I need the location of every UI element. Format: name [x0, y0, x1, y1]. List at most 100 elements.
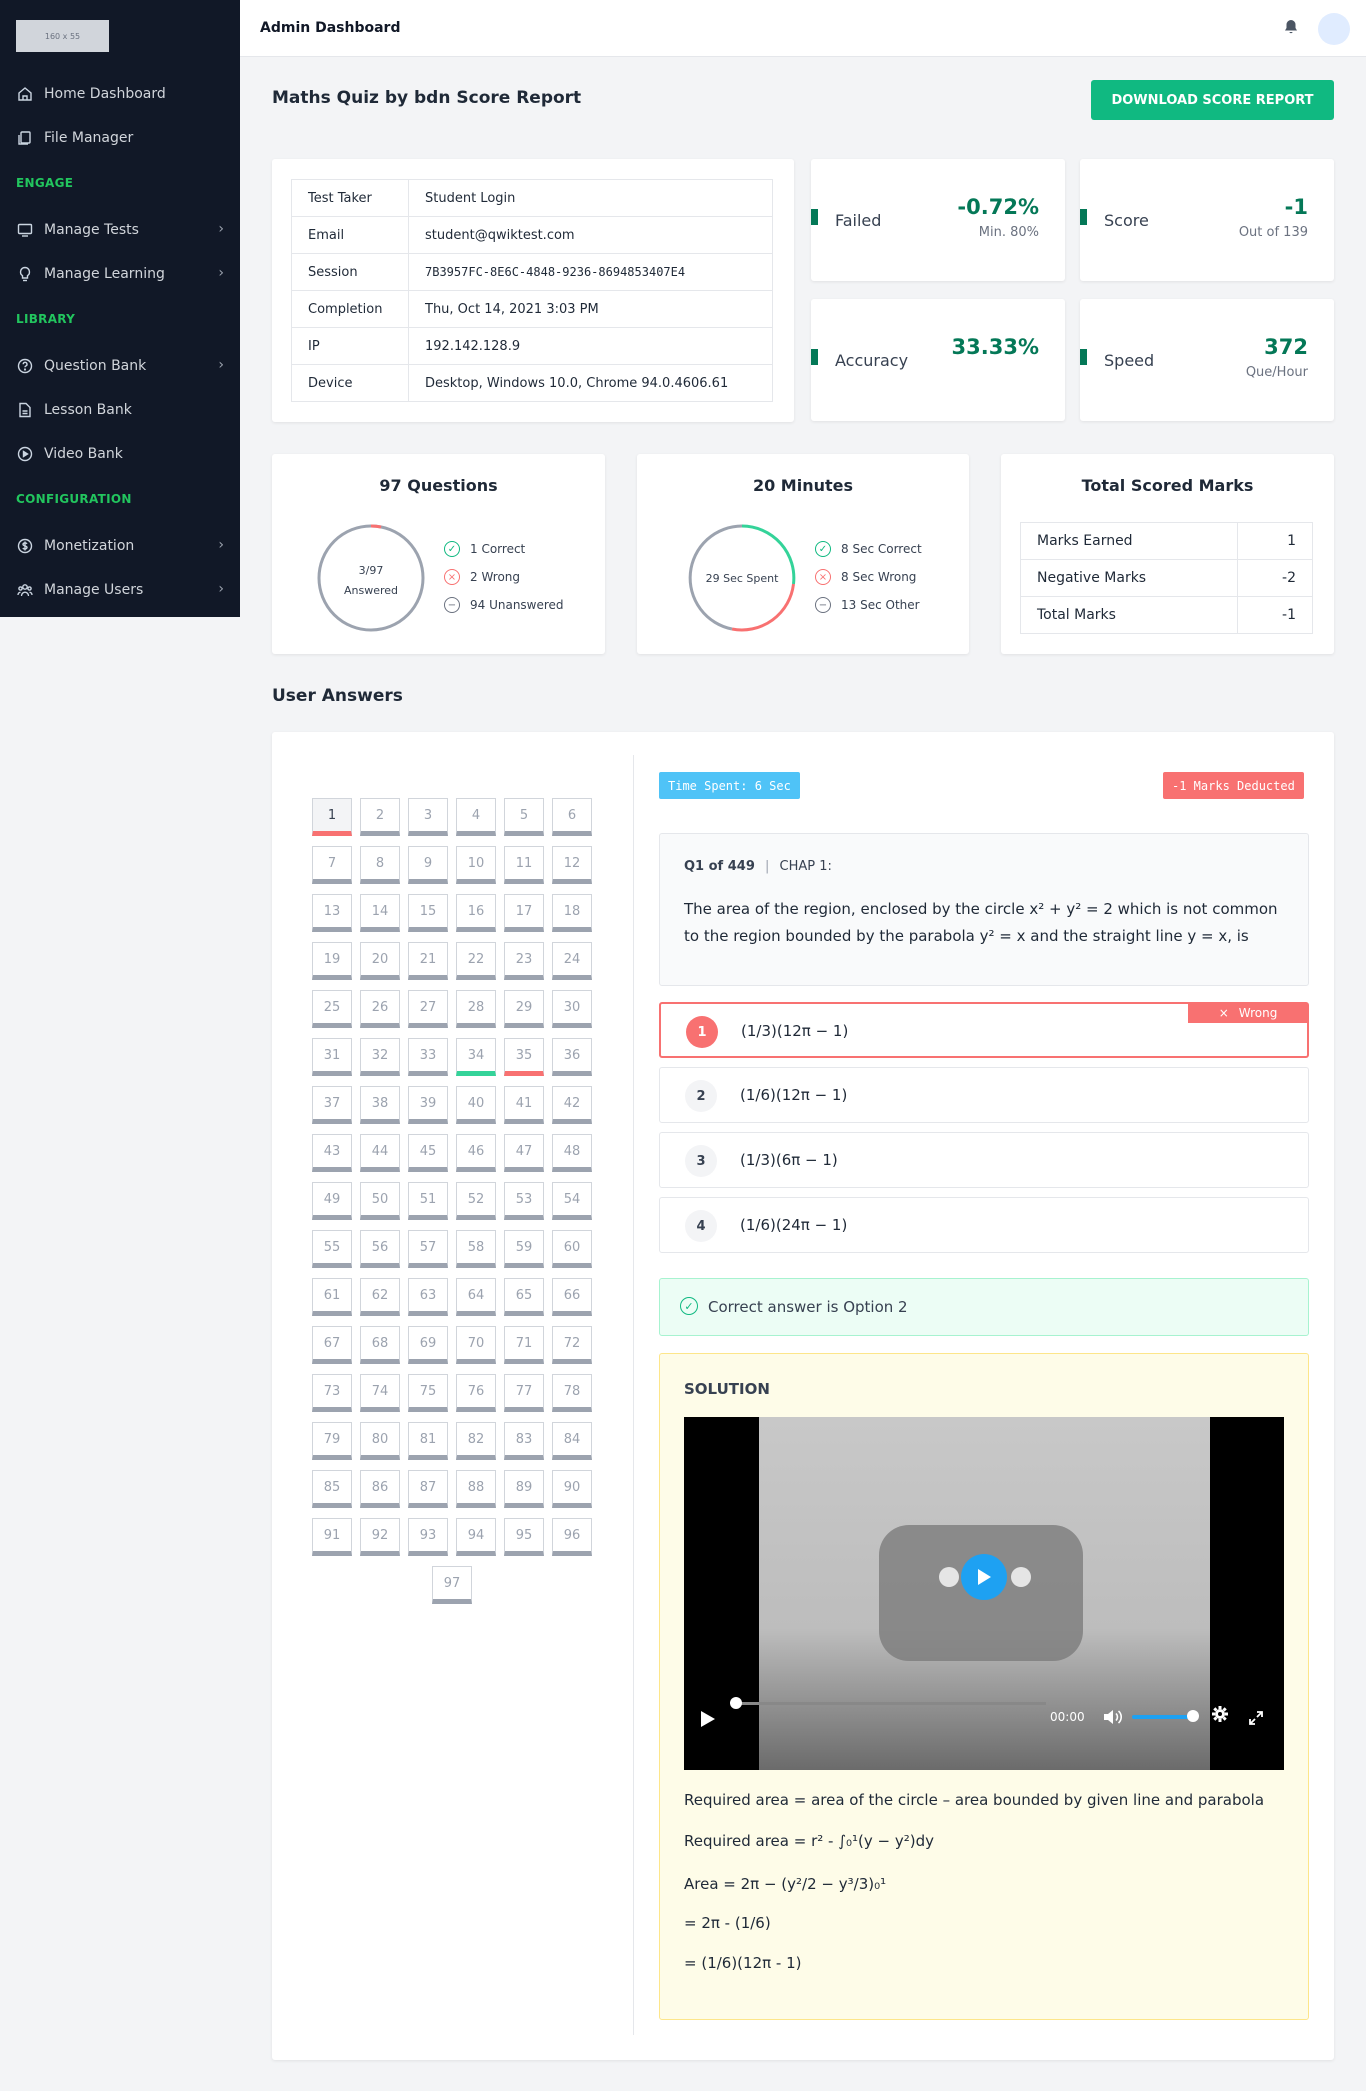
- bell-icon[interactable]: [1282, 18, 1300, 36]
- question-button-41[interactable]: 41: [504, 1086, 544, 1124]
- sidebar-item-video-bank[interactable]: Video Bank: [16, 443, 224, 465]
- question-button-4[interactable]: 4: [456, 798, 496, 836]
- question-button-40[interactable]: 40: [456, 1086, 496, 1124]
- fullscreen-icon[interactable]: [1248, 1710, 1264, 1730]
- question-button-35[interactable]: 35: [504, 1038, 544, 1076]
- question-button-56[interactable]: 56: [360, 1230, 400, 1268]
- question-button-43[interactable]: 43: [312, 1134, 352, 1172]
- question-button-42[interactable]: 42: [552, 1086, 592, 1124]
- progress-track[interactable]: [736, 1702, 1046, 1705]
- question-button-81[interactable]: 81: [408, 1422, 448, 1460]
- download-score-report-button[interactable]: DOWNLOAD SCORE REPORT: [1091, 80, 1334, 120]
- option-4[interactable]: 4 (1/6)(24π − 1): [659, 1197, 1309, 1253]
- volume-slider[interactable]: [1132, 1715, 1194, 1719]
- question-button-75[interactable]: 75: [408, 1374, 448, 1412]
- sidebar-item-manage-users[interactable]: Manage Users ›: [16, 579, 224, 601]
- question-button-33[interactable]: 33: [408, 1038, 448, 1076]
- question-button-32[interactable]: 32: [360, 1038, 400, 1076]
- question-button-25[interactable]: 25: [312, 990, 352, 1028]
- question-button-29[interactable]: 29: [504, 990, 544, 1028]
- question-button-84[interactable]: 84: [552, 1422, 592, 1460]
- big-play-button[interactable]: [961, 1554, 1007, 1600]
- question-button-74[interactable]: 74: [360, 1374, 400, 1412]
- question-button-91[interactable]: 91: [312, 1518, 352, 1556]
- question-button-31[interactable]: 31: [312, 1038, 352, 1076]
- sidebar-item-lesson-bank[interactable]: Lesson Bank: [16, 399, 224, 421]
- question-button-88[interactable]: 88: [456, 1470, 496, 1508]
- volume-handle[interactable]: [1187, 1710, 1199, 1722]
- question-button-54[interactable]: 54: [552, 1182, 592, 1220]
- question-button-34[interactable]: 34: [456, 1038, 496, 1076]
- question-button-96[interactable]: 96: [552, 1518, 592, 1556]
- question-button-13[interactable]: 13: [312, 894, 352, 932]
- question-button-22[interactable]: 22: [456, 942, 496, 980]
- question-button-45[interactable]: 45: [408, 1134, 448, 1172]
- question-button-52[interactable]: 52: [456, 1182, 496, 1220]
- question-button-8[interactable]: 8: [360, 846, 400, 884]
- question-button-67[interactable]: 67: [312, 1326, 352, 1364]
- question-button-79[interactable]: 79: [312, 1422, 352, 1460]
- question-button-46[interactable]: 46: [456, 1134, 496, 1172]
- question-button-92[interactable]: 92: [360, 1518, 400, 1556]
- question-button-90[interactable]: 90: [552, 1470, 592, 1508]
- avatar[interactable]: [1318, 13, 1350, 45]
- question-button-85[interactable]: 85: [312, 1470, 352, 1508]
- question-button-23[interactable]: 23: [504, 942, 544, 980]
- sidebar-item-file-manager[interactable]: File Manager: [16, 127, 224, 149]
- question-button-28[interactable]: 28: [456, 990, 496, 1028]
- question-button-37[interactable]: 37: [312, 1086, 352, 1124]
- question-button-66[interactable]: 66: [552, 1278, 592, 1316]
- question-button-82[interactable]: 82: [456, 1422, 496, 1460]
- question-button-39[interactable]: 39: [408, 1086, 448, 1124]
- sidebar-item-home-dashboard[interactable]: Home Dashboard: [16, 83, 224, 105]
- question-button-89[interactable]: 89: [504, 1470, 544, 1508]
- play-icon[interactable]: [700, 1710, 716, 1732]
- progress-handle[interactable]: [730, 1697, 742, 1709]
- question-button-16[interactable]: 16: [456, 894, 496, 932]
- question-button-3[interactable]: 3: [408, 798, 448, 836]
- question-button-11[interactable]: 11: [504, 846, 544, 884]
- question-button-7[interactable]: 7: [312, 846, 352, 884]
- sidebar-item-manage-learning[interactable]: Manage Learning ›: [16, 263, 224, 285]
- question-button-87[interactable]: 87: [408, 1470, 448, 1508]
- question-button-9[interactable]: 9: [408, 846, 448, 884]
- question-button-83[interactable]: 83: [504, 1422, 544, 1460]
- question-button-59[interactable]: 59: [504, 1230, 544, 1268]
- question-button-70[interactable]: 70: [456, 1326, 496, 1364]
- question-button-44[interactable]: 44: [360, 1134, 400, 1172]
- question-button-80[interactable]: 80: [360, 1422, 400, 1460]
- question-button-69[interactable]: 69: [408, 1326, 448, 1364]
- question-button-24[interactable]: 24: [552, 942, 592, 980]
- question-button-86[interactable]: 86: [360, 1470, 400, 1508]
- question-button-76[interactable]: 76: [456, 1374, 496, 1412]
- question-button-50[interactable]: 50: [360, 1182, 400, 1220]
- question-button-10[interactable]: 10: [456, 846, 496, 884]
- sidebar-item-manage-tests[interactable]: Manage Tests ›: [16, 219, 224, 241]
- question-button-78[interactable]: 78: [552, 1374, 592, 1412]
- settings-icon[interactable]: [1211, 1705, 1229, 1727]
- question-button-62[interactable]: 62: [360, 1278, 400, 1316]
- question-button-57[interactable]: 57: [408, 1230, 448, 1268]
- option-1[interactable]: 1 (1/3)(12π − 1) × Wrong: [659, 1002, 1309, 1058]
- question-button-30[interactable]: 30: [552, 990, 592, 1028]
- question-button-60[interactable]: 60: [552, 1230, 592, 1268]
- question-button-48[interactable]: 48: [552, 1134, 592, 1172]
- sidebar-item-question-bank[interactable]: Question Bank ›: [16, 355, 224, 377]
- question-button-63[interactable]: 63: [408, 1278, 448, 1316]
- question-button-64[interactable]: 64: [456, 1278, 496, 1316]
- question-button-21[interactable]: 21: [408, 942, 448, 980]
- option-3[interactable]: 3 (1/3)(6π − 1): [659, 1132, 1309, 1188]
- question-button-19[interactable]: 19: [312, 942, 352, 980]
- question-button-26[interactable]: 26: [360, 990, 400, 1028]
- volume-icon[interactable]: [1102, 1708, 1123, 1730]
- question-button-38[interactable]: 38: [360, 1086, 400, 1124]
- question-button-12[interactable]: 12: [552, 846, 592, 884]
- question-button-17[interactable]: 17: [504, 894, 544, 932]
- question-button-51[interactable]: 51: [408, 1182, 448, 1220]
- question-button-97[interactable]: 97: [432, 1566, 472, 1604]
- option-2[interactable]: 2 (1/6)(12π − 1): [659, 1067, 1309, 1123]
- question-button-77[interactable]: 77: [504, 1374, 544, 1412]
- question-button-58[interactable]: 58: [456, 1230, 496, 1268]
- question-button-61[interactable]: 61: [312, 1278, 352, 1316]
- video-player[interactable]: 00:00: [684, 1417, 1284, 1770]
